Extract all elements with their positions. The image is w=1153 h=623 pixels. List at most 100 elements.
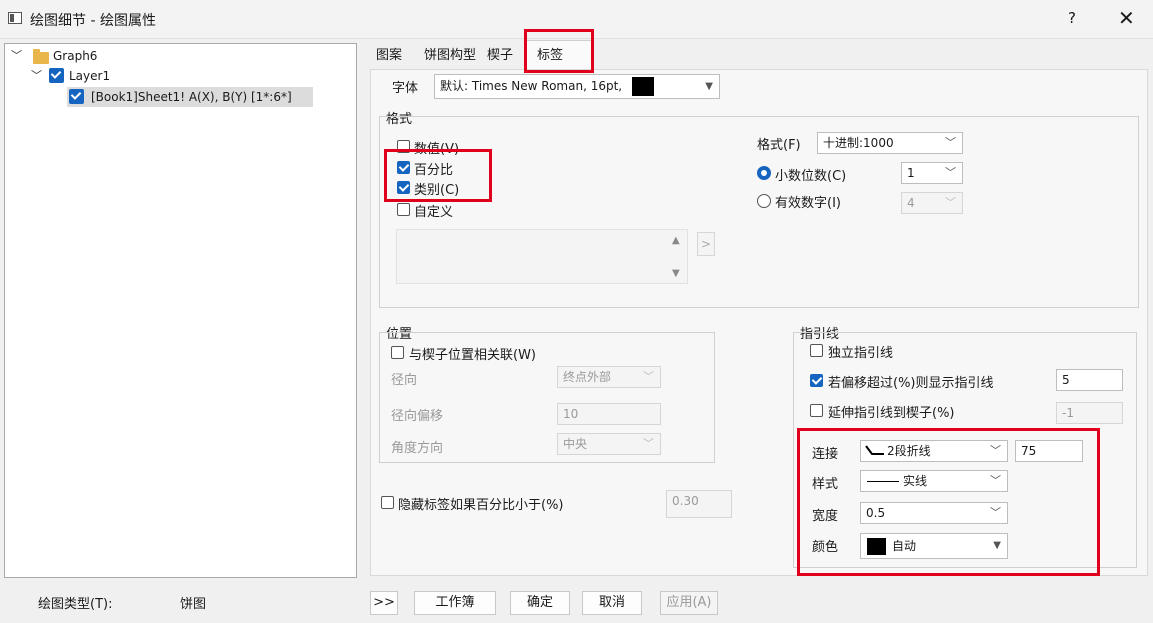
plot-type-value: 饼图 <box>180 597 207 612</box>
cancel-button[interactable]: 取消 <box>582 591 642 615</box>
format-label: 格式(F) <box>757 138 801 153</box>
custom-checkbox-label: 自定义 <box>414 205 454 220</box>
extend-leader-input[interactable]: -1 <box>1056 402 1123 424</box>
tree-item-plot[interactable]: [Book1]Sheet1! A(X), B(Y) [1*:6*] <box>67 87 313 107</box>
link-wedge-label: 与楔子位置相关联(W) <box>409 348 536 363</box>
decimal-places-radio[interactable] <box>757 166 771 180</box>
color-select[interactable]: 自动 ▼ <box>860 533 1008 559</box>
radial-value: 终点外部 <box>563 370 612 384</box>
angle-label: 角度方向 <box>391 441 444 456</box>
tab-labels[interactable]: 标签 <box>537 44 563 63</box>
radial-offset-label: 径向偏移 <box>391 409 444 424</box>
offset-leader-checkbox[interactable] <box>810 374 823 387</box>
chevron-down-icon: ﹀ <box>990 506 1001 519</box>
plot-checkbox[interactable] <box>69 89 84 104</box>
connect-select[interactable]: 2段折线 ﹀ <box>860 440 1008 462</box>
connect-label: 连接 <box>812 447 839 462</box>
value-checkbox[interactable] <box>397 140 410 153</box>
percent-checkbox[interactable] <box>397 161 410 174</box>
tab-pie-config[interactable]: 饼图构型 <box>424 44 476 63</box>
plot-tree[interactable]: ﹀ Graph6 ﹀ Layer1 [Book1]Sheet1! A(X), B… <box>4 43 357 578</box>
sig-digits-radio[interactable] <box>757 194 771 208</box>
font-select[interactable]: 默认: Times New Roman, 16pt, ▼ <box>434 74 720 99</box>
hide-label-text: 隐藏标签如果百分比小于(%) <box>398 498 564 513</box>
hide-threshold-input[interactable]: 0.30 <box>666 490 732 518</box>
connect-value: 2段折线 <box>887 444 931 458</box>
extend-leader-checkbox[interactable] <box>810 404 823 417</box>
chevron-down-icon: ﹀ <box>643 370 654 383</box>
category-checkbox-label: 类别(C) <box>414 183 460 198</box>
tree-layer-label: Layer1 <box>69 69 111 83</box>
close-button[interactable]: ✕ <box>1118 6 1135 30</box>
plot-type-label: 绘图类型(T): <box>38 597 113 612</box>
percent-checkbox-label: 百分比 <box>414 163 454 178</box>
chevron-down-icon: ﹀ <box>945 196 956 209</box>
style-value: 实线 <box>903 474 928 488</box>
folder-icon <box>33 49 49 64</box>
title-bar: 绘图细节 - 绘图属性 ? ✕ <box>0 0 1153 39</box>
chevron-down-icon: ﹀ <box>945 166 956 179</box>
window-title: 绘图细节 - 绘图属性 <box>30 13 156 29</box>
expand-button[interactable]: >> <box>370 591 398 615</box>
tab-pattern[interactable]: 图案 <box>376 44 402 63</box>
radial-offset-input[interactable]: 10 <box>557 403 661 425</box>
tree-plot-label: [Book1]Sheet1! A(X), B(Y) [1*:6*] <box>91 90 292 104</box>
app-icon <box>8 12 22 24</box>
hide-label-checkbox[interactable] <box>381 496 394 509</box>
chevron-down-icon: ﹀ <box>643 437 654 450</box>
independent-leader-label: 独立指引线 <box>828 346 894 361</box>
tab-wedge[interactable]: 楔子 <box>487 44 513 63</box>
font-value: 默认: Times New Roman, 16pt, <box>440 79 623 93</box>
decimal-places-label: 小数位数(C) <box>775 169 847 184</box>
width-value: 0.5 <box>866 506 886 520</box>
decimal-places-select[interactable]: 1 ﹀ <box>901 162 963 184</box>
color-value: 自动 <box>892 539 917 553</box>
scroll-down-icon[interactable]: ▼ <box>672 268 680 279</box>
style-select[interactable]: 实线 ﹀ <box>860 470 1008 492</box>
sig-digits-label: 有效数字(I) <box>775 196 841 211</box>
connect-number-input[interactable]: 75 <box>1015 440 1083 462</box>
width-label: 宽度 <box>812 509 839 524</box>
font-color-swatch <box>632 77 654 96</box>
value-checkbox-label: 数值(V) <box>414 142 460 157</box>
angle-value: 中央 <box>563 437 588 451</box>
format-select[interactable]: 十进制:1000 ﹀ <box>817 132 963 154</box>
chevron-down-icon: ﹀ <box>990 474 1001 487</box>
tree-graph-label: Graph6 <box>53 49 98 63</box>
dropdown-arrow-icon: ▼ <box>993 540 1001 551</box>
layer-checkbox[interactable] <box>49 68 64 83</box>
chevron-down-icon[interactable]: ﹀ <box>31 67 42 85</box>
color-label: 颜色 <box>812 540 839 555</box>
chevron-down-icon: ﹀ <box>990 444 1001 457</box>
sig-digits-value: 4 <box>907 196 915 210</box>
radial-select[interactable]: 终点外部 ﹀ <box>557 366 661 388</box>
independent-leader-checkbox[interactable] <box>810 344 823 357</box>
extend-leader-label: 延伸指引线到楔子(%) <box>828 406 955 421</box>
color-swatch <box>867 538 886 555</box>
workbook-button[interactable]: 工作簿 <box>414 591 496 615</box>
decimal-places-value: 1 <box>907 166 915 180</box>
angle-select[interactable]: 中央 ﹀ <box>557 433 661 455</box>
solid-line-icon <box>867 481 899 482</box>
chevron-down-icon[interactable]: ﹀ <box>11 47 22 65</box>
dropdown-arrow-icon: ▼ <box>705 81 713 92</box>
category-checkbox[interactable] <box>397 181 410 194</box>
link-wedge-checkbox[interactable] <box>391 346 404 359</box>
font-label: 字体 <box>392 81 419 96</box>
width-select[interactable]: 0.5 ﹀ <box>860 502 1008 524</box>
format-value: 十进制:1000 <box>823 136 894 150</box>
help-button[interactable]: ? <box>1068 9 1076 27</box>
polyline-icon <box>865 445 884 455</box>
custom-format-textbox[interactable] <box>396 229 688 284</box>
chevron-down-icon: ﹀ <box>945 136 956 149</box>
style-label: 样式 <box>812 477 839 492</box>
offset-leader-label: 若偏移超过(%)则显示指引线 <box>828 376 994 391</box>
custom-checkbox[interactable] <box>397 203 410 216</box>
scroll-up-icon[interactable]: ▲ <box>672 235 680 246</box>
offset-leader-input[interactable]: 5 <box>1056 369 1123 391</box>
apply-button[interactable]: 应用(A) <box>660 591 718 615</box>
sig-digits-select[interactable]: 4 ﹀ <box>901 192 963 214</box>
radial-label: 径向 <box>391 373 418 388</box>
ok-button[interactable]: 确定 <box>510 591 570 615</box>
insert-arrow-button[interactable]: > <box>697 232 715 256</box>
